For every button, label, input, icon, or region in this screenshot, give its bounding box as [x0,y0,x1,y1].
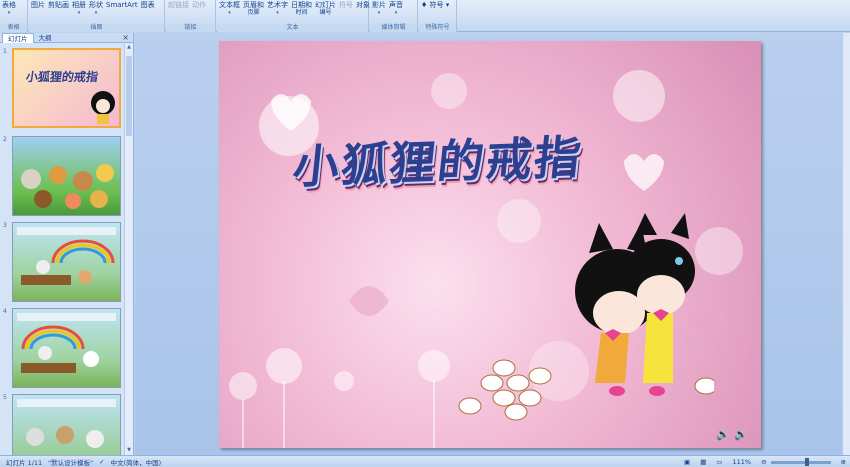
close-icon[interactable]: × [122,33,129,42]
table-button[interactable]: 表格 ▾ [2,1,16,17]
ribbon-group-illustrations: 图片 剪贴画 相册 ▾ 形状 ▾ SmartArt 图表 插图 [29,0,165,32]
textbox-button[interactable]: 文本框 ▾ [219,1,240,17]
group-label: 媒体剪辑 [370,24,417,32]
slide-number: 1 [3,48,7,55]
animals-illustration-icon [17,399,116,448]
zoom-slider[interactable] [770,457,831,466]
group-label: 链接 [166,24,215,32]
movie-button[interactable]: 影片 ▾ [372,1,386,17]
scroll-up-icon[interactable]: ▲ [125,44,133,52]
thumb-title: 小狐狸的戒指 [24,70,99,84]
slide-canvas[interactable]: 小狐狸的戒指 🔊 🔊 [219,41,761,448]
view-sorter-icon[interactable]: ▦ [700,458,706,466]
clipart-button[interactable]: 剪贴画 [48,1,69,17]
ribbon-group-special-symbols: ♦ 符号 ▾ 特殊符号 [419,0,457,32]
language-status[interactable]: 中文(简体，中国) [111,457,162,467]
cat-character-icon [91,91,115,124]
zoom-slider-knob[interactable] [804,457,809,466]
action-button[interactable]: 动作 [192,1,206,9]
slide-number: 4 [3,308,7,315]
scroll-down-icon[interactable]: ▼ [125,447,133,455]
slide-thumbnail[interactable] [12,222,121,302]
zoom-level[interactable]: 111% [733,458,752,466]
picture-button[interactable]: 图片 [31,1,45,17]
slide-thumbnails: 1 小狐狸的戒指 2 3 4 5 [0,44,124,455]
slide-title[interactable]: 小狐狸的戒指 [290,121,586,197]
group-label: 特殊符号 [419,24,456,32]
shapes-button[interactable]: 形状 ▾ [89,1,103,17]
spellcheck-icon[interactable]: ✓ [99,458,104,466]
object-button[interactable]: 对象 [356,1,370,17]
header-footer-button[interactable]: 页眉和 页脚 [243,1,264,17]
status-bar: 幻灯片 1/11 "默认设计模板" ✓ 中文(简体，中国) ▣ ▦ ▭ 111%… [0,455,850,467]
tab-slides[interactable]: 幻灯片 [2,32,34,43]
sound-icon[interactable]: 🔊 [734,428,748,441]
slide-number: 5 [3,394,7,401]
view-normal-icon[interactable]: ▣ [684,458,690,466]
editor-scrollbar[interactable] [842,33,850,455]
zoom-in-icon[interactable]: ⊕ [841,458,846,466]
group-label: 表格 [0,24,27,32]
ribbon-group-links: 超链接 动作 链接 [166,0,216,32]
symbol-button[interactable]: 符号 [339,1,353,17]
album-button[interactable]: 相册 ▾ [72,1,86,17]
ribbon-group-tables: 表格 ▾ 表格 [0,0,28,32]
zoom-controls: ▣ ▦ ▭ 111% ⊖ ⊕ [678,456,846,467]
smartart-button[interactable]: SmartArt [106,1,138,17]
group-label: 插图 [29,24,164,32]
rainbow-scene-icon [17,227,116,285]
pane-scrollbar[interactable]: ▲ ▼ [124,44,133,455]
chart-button[interactable]: 图表 [141,1,155,17]
slide-count-status: 幻灯片 1/11 [6,458,43,467]
ribbon-group-media: 影片 ▾ 声音 ▾ 媒体剪辑 [370,0,418,32]
slide-thumbnail[interactable] [12,394,121,455]
date-time-button[interactable]: 日期和 时间 [291,1,312,17]
slide-number: 2 [3,136,7,143]
zoom-out-icon[interactable]: ⊖ [761,458,766,466]
scroll-thumb[interactable] [126,56,132,136]
slide-thumbnail[interactable]: 小狐狸的戒指 [12,48,121,128]
pane-tabs: 幻灯片 大纲 × [0,32,133,43]
slide-thumbnail[interactable] [12,308,121,388]
slide-thumbnail[interactable] [12,136,121,216]
ribbon: 表格 ▾ 表格 图片 剪贴画 相册 ▾ 形状 ▾ SmartArt 图表 插图 超链接… [0,0,850,32]
slide-number: 3 [3,222,7,229]
group-label: 文本 [217,24,368,32]
animals-illustration-icon [21,164,114,209]
special-symbol-button[interactable]: ♦ 符号 ▾ [421,1,449,9]
rainbow-scene-icon [17,313,116,373]
slide-number-button[interactable]: 幻灯片 编号 [315,1,336,17]
sound-button[interactable]: 声音 ▾ [389,1,403,17]
hyperlink-button[interactable]: 超链接 [168,1,189,9]
theme-status[interactable]: "默认设计模板" [48,457,93,467]
slides-pane: 幻灯片 大纲 × 1 小狐狸的戒指 2 3 4 5 ▲ ▼ [0,32,134,455]
tab-outline[interactable]: 大纲 [34,33,57,43]
wordart-button[interactable]: 艺术字 ▾ [267,1,288,17]
view-slideshow-icon[interactable]: ▭ [716,458,722,466]
sound-icon[interactable]: 🔊 [716,428,730,441]
buns-illustration [458,359,714,421]
ribbon-group-text: 文本框 ▾ 页眉和 页脚 艺术字 ▾ 日期和 时间 幻灯片 编号 符号 对象 文本 [217,0,370,32]
